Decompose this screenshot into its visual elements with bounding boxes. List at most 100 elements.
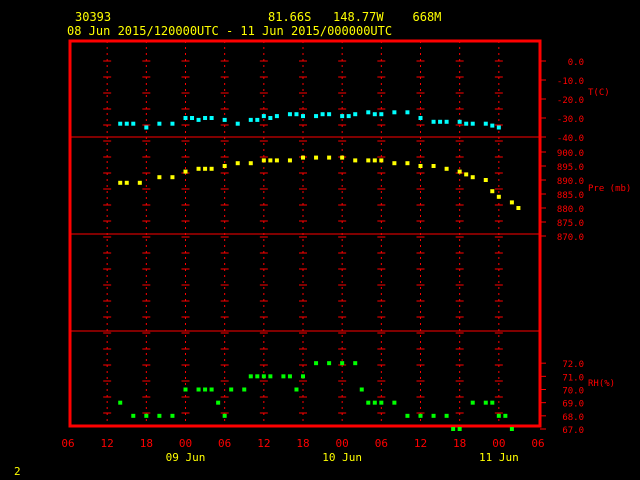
data-point — [379, 112, 384, 117]
data-point — [209, 116, 214, 120]
data-point — [301, 155, 305, 160]
y-axis-label: RH(%) — [588, 379, 615, 389]
data-point — [405, 110, 410, 115]
data-point — [287, 112, 292, 117]
y-tick-label: -20.0 — [557, 96, 584, 106]
y-tick-label: -10.0 — [557, 77, 584, 87]
data-point — [392, 400, 397, 405]
data-point — [144, 125, 149, 130]
data-point — [268, 374, 273, 379]
data-point — [222, 164, 227, 168]
data-point — [438, 119, 443, 124]
data-point — [196, 166, 201, 171]
data-point — [222, 117, 227, 122]
y-tick-label: 71.0 — [562, 373, 584, 383]
data-point — [464, 121, 469, 126]
data-point — [340, 155, 345, 160]
data-point — [124, 121, 129, 126]
data-point — [170, 175, 175, 180]
data-point — [268, 116, 273, 120]
data-point — [392, 161, 397, 166]
data-point — [431, 164, 436, 168]
data-point — [392, 110, 397, 115]
data-point — [516, 206, 521, 210]
y-tick-label: 67.0 — [562, 426, 584, 436]
data-point — [294, 112, 299, 117]
data-point — [444, 413, 449, 418]
y-tick-label: 0.0 — [568, 58, 584, 68]
data-point — [405, 161, 410, 166]
data-point — [209, 387, 214, 392]
data-point — [509, 427, 514, 431]
data-point — [496, 194, 501, 199]
data-point — [170, 413, 175, 418]
x-tick-label: 18 — [140, 437, 153, 450]
data-point — [314, 155, 319, 160]
data-point — [248, 374, 253, 379]
data-point — [353, 158, 358, 163]
x-tick-label: 00 — [492, 437, 505, 450]
data-point — [470, 175, 475, 180]
x-tick-label: 00 — [336, 437, 349, 450]
data-point — [470, 400, 475, 405]
data-point — [235, 161, 240, 166]
data-point — [366, 110, 371, 115]
data-point — [261, 158, 266, 163]
data-point — [261, 114, 266, 119]
data-point — [274, 158, 279, 163]
data-point — [294, 387, 299, 392]
data-point — [464, 172, 469, 177]
data-point — [496, 413, 501, 418]
data-point — [196, 387, 201, 392]
data-point — [209, 166, 214, 171]
y-tick-label: -40.0 — [557, 134, 584, 144]
data-point — [418, 413, 423, 418]
x-tick-label: 12 — [414, 437, 427, 450]
data-point — [242, 387, 247, 392]
data-point — [490, 123, 495, 128]
data-point — [340, 361, 345, 366]
station-id: 30393 — [75, 10, 112, 24]
x-tick-label: 18 — [296, 437, 309, 450]
data-point — [183, 387, 188, 392]
data-point — [405, 413, 410, 418]
data-point — [418, 164, 423, 168]
y-tick-label: 875.0 — [557, 219, 584, 229]
data-point — [118, 400, 123, 405]
data-point — [216, 400, 221, 405]
data-point — [457, 169, 462, 174]
x-tick-label: 18 — [453, 437, 466, 450]
x-day-label: 10 Jun — [322, 451, 362, 464]
data-point — [301, 374, 305, 379]
data-point — [379, 400, 384, 405]
data-point — [261, 374, 266, 379]
data-point — [183, 169, 188, 174]
data-point — [203, 387, 208, 392]
data-point — [183, 116, 188, 120]
data-point — [353, 112, 358, 117]
data-point — [372, 158, 377, 163]
x-tick-label: 00 — [179, 437, 192, 450]
data-point — [503, 413, 508, 418]
y-tick-label: 72.0 — [562, 360, 584, 370]
data-point — [451, 427, 456, 431]
data-point — [444, 119, 449, 124]
data-point — [496, 125, 501, 130]
data-point — [131, 121, 136, 126]
data-point — [157, 175, 162, 180]
station-location: 81.66S 148.77W 668M — [268, 10, 442, 24]
data-point — [457, 119, 462, 124]
data-point — [490, 189, 495, 194]
y-tick-label: 880.0 — [557, 205, 584, 215]
data-point — [372, 400, 377, 405]
data-point — [431, 413, 436, 418]
y-tick-label: -30.0 — [557, 115, 584, 125]
data-point — [248, 161, 253, 166]
data-point — [235, 121, 240, 126]
x-tick-label: 12 — [101, 437, 114, 450]
data-point — [314, 361, 319, 366]
x-tick-label: 12 — [257, 437, 270, 450]
data-point — [157, 121, 162, 126]
data-point — [366, 158, 371, 163]
data-point — [118, 121, 123, 126]
